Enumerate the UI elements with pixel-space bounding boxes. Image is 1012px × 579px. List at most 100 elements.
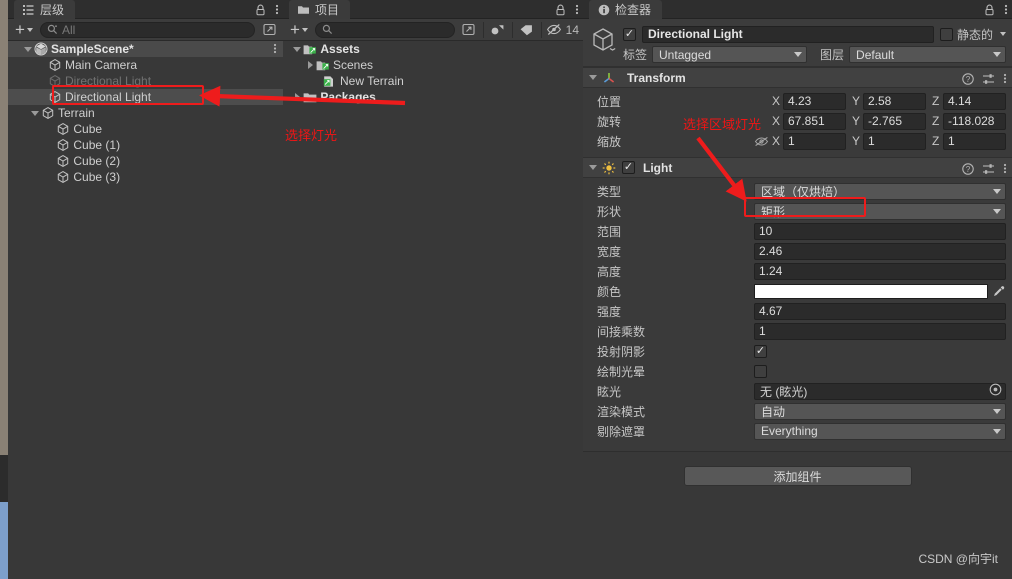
hidden-items-count: 14 [565,22,579,37]
light-property-label: 形状 [597,204,622,219]
tree-row-label: Directional Light [65,74,152,88]
axis-label-z: Z [932,114,940,128]
search-by-label-button[interactable] [517,21,537,39]
help-icon[interactable]: ? [962,72,974,85]
transform-field-z[interactable]: 1 [943,132,1006,150]
tab-project[interactable]: 项目 [289,0,351,19]
light-text-field[interactable]: 10 [754,222,1006,240]
tab-hierarchy[interactable]: 层级 [14,0,76,19]
foldout-right-icon[interactable] [304,57,316,73]
light-text-field[interactable]: 1.24 [754,262,1006,280]
component-header-light[interactable]: Light ? [583,157,1012,178]
tree-row[interactable]: Assets [283,41,583,57]
transform-field-x[interactable]: 4.23 [783,92,846,110]
hierarchy-popout-button[interactable] [259,21,279,39]
tree-row[interactable]: Packages [283,89,583,105]
hidden-items-icon[interactable] [546,21,562,39]
project-popout-button[interactable] [459,21,479,39]
light-checkbox[interactable] [754,344,767,358]
project-search-input[interactable] [314,21,455,38]
tree-row[interactable]: Directional Light [8,73,283,89]
tree-row[interactable]: Terrain [8,105,283,121]
tree-row[interactable]: New Terrain [283,73,583,89]
axis-label-x: X [772,134,781,148]
transform-field-x[interactable]: 67.851 [783,112,846,130]
object-picker-icon[interactable] [989,383,1002,399]
tag-label: 标签 [623,48,648,62]
light-dropdown[interactable]: 区域（仅烘焙） [754,182,1006,200]
transform-field-z[interactable]: 4.14 [943,92,1006,110]
tree-row[interactable]: Cube (3) [8,169,283,185]
light-property-row: 范围 10 [589,221,1006,241]
tab-inspector[interactable]: 检查器 [589,0,663,19]
constrain-proportions-off-icon[interactable] [754,136,772,147]
component-title: Transform [627,70,686,85]
hierarchy-search-input[interactable]: All [39,21,255,38]
light-text-field[interactable]: 4.67 [754,302,1006,320]
light-text-field[interactable]: 1 [754,322,1006,340]
light-dropdown[interactable]: Everything [754,422,1006,440]
preset-icon[interactable] [982,73,995,85]
tree-row-label: Assets [320,42,360,56]
foldout-down-icon[interactable] [589,165,597,170]
static-toggle-group[interactable]: 静态的 [939,26,1006,43]
axis-label-y: Y [852,94,861,108]
foldout-down-icon[interactable] [291,41,303,57]
transform-field-y[interactable]: -2.765 [863,112,926,130]
component-header-transform[interactable]: Transform ? [583,67,1012,88]
light-checkbox[interactable] [754,364,767,378]
foldout-spacer [36,89,48,105]
tree-row-label: Cube (3) [73,170,121,184]
lock-icon[interactable] [255,4,266,16]
eyedropper-icon[interactable] [992,285,1006,298]
kebab-menu-icon[interactable] [1003,72,1007,85]
light-dropdown[interactable]: 自动 [754,402,1006,420]
foldout-down-icon[interactable] [22,41,34,57]
tag-dropdown[interactable]: Untagged [652,46,808,63]
kebab-menu-icon[interactable] [1003,162,1007,175]
tree-row[interactable]: Scenes [283,57,583,73]
transform-field-y[interactable]: 2.58 [863,92,926,110]
help-icon[interactable]: ? [962,162,974,175]
transform-field-y[interactable]: 1 [863,132,926,150]
chevron-down-icon[interactable] [1000,32,1006,36]
object-enabled-checkbox[interactable] [623,27,636,41]
transform-field-x[interactable]: 1 [783,132,846,150]
light-dropdown[interactable]: 矩形 [754,202,1006,220]
foldout-down-icon[interactable] [29,105,41,121]
kebab-menu-icon[interactable] [273,42,277,58]
project-tree[interactable]: Assets Scenes New Terrain Packages [283,41,583,579]
gameobject-icon [56,122,70,136]
tree-row[interactable]: Cube (2) [8,153,283,169]
lock-icon[interactable] [555,4,566,16]
object-name-input[interactable]: Directional Light [642,25,934,43]
light-object-field[interactable]: 无 (眩光) [754,382,1006,400]
foldout-spacer [44,153,56,169]
foldout-down-icon[interactable] [589,75,597,80]
tree-row[interactable]: SampleScene* [8,41,283,57]
layer-dropdown[interactable]: Default [849,46,1006,63]
tree-row[interactable]: Cube (1) [8,137,283,153]
preset-icon[interactable] [982,163,995,175]
tree-row[interactable]: Cube [8,121,283,137]
chevron-down-icon [26,27,33,32]
foldout-spacer [36,57,48,73]
lock-icon[interactable] [984,4,995,16]
tree-row[interactable]: Main Camera [8,57,283,73]
light-text-field[interactable]: 2.46 [754,242,1006,260]
tree-row-label: Scenes [333,58,374,72]
color-swatch[interactable] [754,283,988,299]
foldout-right-icon[interactable] [291,89,303,105]
project-create-button[interactable]: + [287,21,311,39]
tree-row[interactable]: Directional Light [8,89,283,105]
hierarchy-create-button[interactable]: + [12,21,36,39]
kebab-menu-icon[interactable] [275,3,279,16]
light-enabled-checkbox[interactable] [622,161,635,174]
kebab-menu-icon[interactable] [575,3,579,16]
add-component-button[interactable]: 添加组件 [683,466,912,486]
static-checkbox[interactable] [939,27,953,41]
search-by-type-button[interactable] [488,21,508,39]
hierarchy-tree[interactable]: SampleScene* Main Camera Directional Light… [8,41,283,579]
transform-field-z[interactable]: -118.028 [943,112,1006,130]
kebab-menu-icon[interactable] [1004,3,1008,16]
